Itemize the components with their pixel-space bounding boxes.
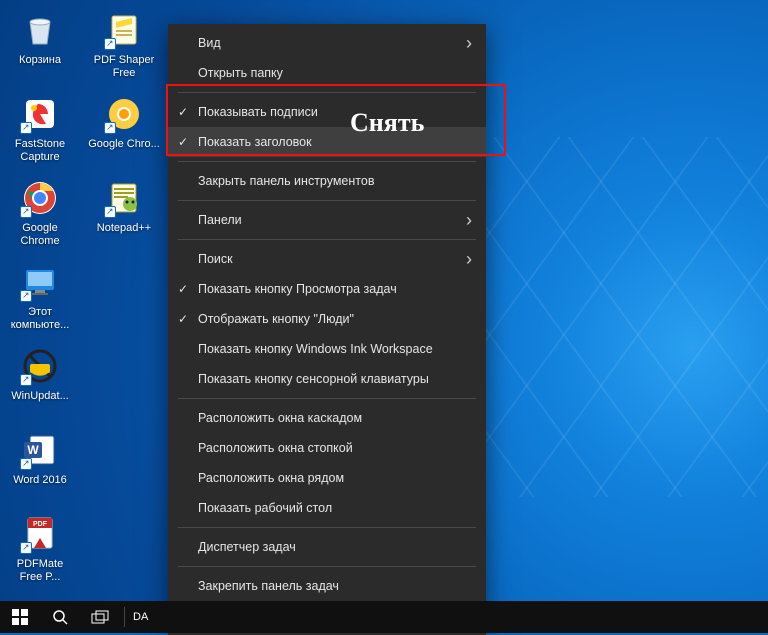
shortcut-overlay-icon [20,290,32,302]
desktop-icon-notepad-pp[interactable]: Notepad++ [88,176,160,256]
desktop-icon-word-2016[interactable]: W Word 2016 [4,428,76,508]
menu-item[interactable]: Показать кнопку Просмотра задач [168,274,486,304]
menu-item-label: Показывать подписи [198,105,318,119]
desktop-icon-pdfmate[interactable]: PDF PDFMate Free P... [4,512,76,592]
menu-item-label: Закрыть панель инструментов [198,174,374,188]
menu-item-label: Показать рабочий стол [198,501,332,515]
shortcut-overlay-icon [104,206,116,218]
menu-item-label: Расположить окна каскадом [198,411,362,425]
menu-separator [178,200,476,201]
desktop-icon-google-chrome[interactable]: Google Chrome [4,176,76,256]
menu-item[interactable]: Диспетчер задач [168,532,486,562]
notepad-pp-icon [102,176,146,220]
google-chrome-icon [18,176,62,220]
menu-item[interactable]: Расположить окна стопкой [168,433,486,463]
menu-separator [178,398,476,399]
pdfmate-icon: PDF [18,512,62,556]
desktop-icon-this-pc[interactable]: Этот компьюте... [4,260,76,340]
desktop-icon-label: WinUpdat... [11,390,68,403]
menu-item-label: Вид [198,36,221,50]
shortcut-overlay-icon [104,122,116,134]
desktop-icon-google-chrome-2[interactable]: Google Chro... [88,92,160,172]
desktop-icon-label: PDF Shaper Free [88,54,160,79]
recycle-bin-icon [18,8,62,52]
taskbar-divider [124,607,125,627]
word-2016-icon: W [18,428,62,472]
menu-item-label: Показать кнопку Windows Ink Workspace [198,342,433,356]
menu-item-label: Диспетчер задач [198,540,296,554]
menu-separator [178,566,476,567]
desktop-icon-label: Notepad++ [97,222,151,235]
taskbar[interactable]: DA [0,601,768,633]
shortcut-overlay-icon [20,206,32,218]
menu-item[interactable]: Показывать подписи [168,97,486,127]
menu-item-label: Показать заголовок [198,135,312,149]
svg-text:W: W [27,443,39,457]
shortcut-overlay-icon [20,542,32,554]
search-icon [52,609,68,625]
menu-item-label: Закрепить панель задач [198,579,339,593]
menu-item[interactable]: Отображать кнопку "Люди" [168,304,486,334]
menu-item[interactable]: Расположить окна рядом [168,463,486,493]
taskbar-context-menu: Вид Открыть папку Показывать подписи Показа… [168,24,486,635]
desktop-icon-label: FastStone Capture [4,138,76,163]
menu-item[interactable]: Расположить окна каскадом [168,403,486,433]
search-button[interactable] [40,601,80,633]
taskbar-toolbar-label[interactable]: DA [129,611,152,623]
desktop-icon-label: Word 2016 [13,474,67,487]
desktop-icon-label: PDFMate Free P... [4,558,76,583]
desktop-icon-label: Google Chro... [88,138,160,151]
desktop-icon-winupdates[interactable]: WinUpdat... [4,344,76,424]
menu-item[interactable]: Показать рабочий стол [168,493,486,523]
menu-item[interactable]: Закрепить панель задач [168,571,486,601]
menu-item-label: Показать кнопку сенсорной клавиатуры [198,372,429,386]
menu-item-label: Панели [198,213,242,227]
pdf-shaper-icon [102,8,146,52]
task-view-button[interactable] [80,601,120,633]
task-view-icon [91,610,109,624]
menu-item-label: Показать кнопку Просмотра задач [198,282,397,296]
menu-item[interactable]: Вид [168,28,486,58]
desktop-icon-pdf-shaper[interactable]: PDF Shaper Free [88,8,160,88]
menu-item-label: Поиск [198,252,233,266]
menu-item-label: Отображать кнопку "Люди" [198,312,354,326]
this-pc-icon [18,260,62,304]
desktop-icon-label: Google Chrome [4,222,76,247]
start-button[interactable] [0,601,40,633]
desktop-icon-label: Корзина [19,54,61,67]
menu-separator [178,161,476,162]
menu-separator [178,92,476,93]
faststone-capture-icon [18,92,62,136]
desktop-icon-faststone-capture[interactable]: FastStone Capture [4,92,76,172]
menu-separator [178,527,476,528]
shortcut-overlay-icon [20,458,32,470]
menu-item[interactable]: Поиск [168,244,486,274]
menu-item-label: Открыть папку [198,66,283,80]
menu-item[interactable]: Закрыть панель инструментов [168,166,486,196]
menu-item[interactable]: Показать кнопку сенсорной клавиатуры [168,364,486,394]
menu-item[interactable]: Открыть папку [168,58,486,88]
desktop-icon-label: Этот компьюте... [4,306,76,331]
winupdates-icon [18,344,62,388]
menu-item-label: Расположить окна стопкой [198,441,353,455]
shortcut-overlay-icon [104,38,116,50]
menu-item[interactable]: Показать заголовок [168,127,486,157]
desktop-icon-recycle-bin[interactable]: Корзина [4,8,76,88]
menu-item[interactable]: Показать кнопку Windows Ink Workspace [168,334,486,364]
windows-logo-icon [12,609,28,625]
menu-item-label: Расположить окна рядом [198,471,344,485]
google-chrome-2-icon [102,92,146,136]
shortcut-overlay-icon [20,374,32,386]
shortcut-overlay-icon [20,122,32,134]
menu-separator [178,239,476,240]
menu-item[interactable]: Панели [168,205,486,235]
svg-text:PDF: PDF [33,521,48,528]
